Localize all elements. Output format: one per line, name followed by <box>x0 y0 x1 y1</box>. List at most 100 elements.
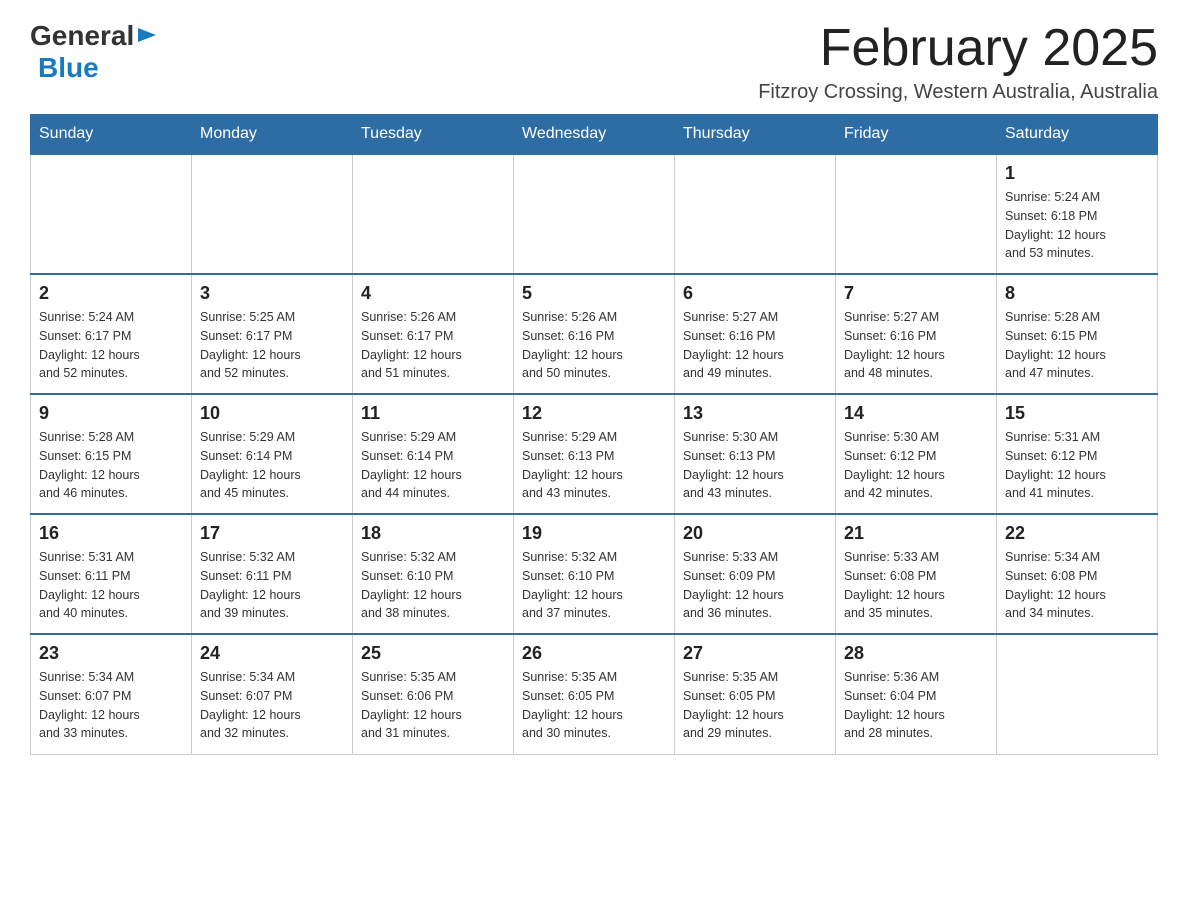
logo: General Blue <box>30 20 158 84</box>
day-info: Sunrise: 5:28 AM Sunset: 6:15 PM Dayligh… <box>39 428 183 503</box>
day-number: 5 <box>522 283 666 304</box>
calendar-cell: 28 Sunrise: 5:36 AM Sunset: 6:04 PM Dayli… <box>836 634 997 754</box>
header-thursday: Thursday <box>675 115 836 155</box>
calendar-cell <box>836 154 997 274</box>
day-number: 14 <box>844 403 988 424</box>
day-number: 21 <box>844 523 988 544</box>
calendar-cell: 5 Sunrise: 5:26 AM Sunset: 6:16 PM Daylig… <box>514 274 675 394</box>
day-number: 12 <box>522 403 666 424</box>
header-wednesday: Wednesday <box>514 115 675 155</box>
title-section: February 2025 Fitzroy Crossing, Western … <box>758 20 1158 104</box>
calendar-cell: 19 Sunrise: 5:32 AM Sunset: 6:10 PM Dayli… <box>514 514 675 634</box>
day-number: 15 <box>1005 403 1149 424</box>
day-number: 25 <box>361 643 505 664</box>
calendar-cell <box>997 634 1158 754</box>
calendar-week-row: 9 Sunrise: 5:28 AM Sunset: 6:15 PM Daylig… <box>31 394 1158 514</box>
calendar-header-row: SundayMondayTuesdayWednesdayThursdayFrid… <box>31 115 1158 155</box>
calendar-week-row: 2Sunrise: 5:24 AM Sunset: 6:17 PM Daylig… <box>31 274 1158 394</box>
day-info: Sunrise: 5:30 AM Sunset: 6:13 PM Dayligh… <box>683 428 827 503</box>
header-friday: Friday <box>836 115 997 155</box>
calendar-week-row: 16Sunrise: 5:31 AM Sunset: 6:11 PM Dayli… <box>31 514 1158 634</box>
day-info: Sunrise: 5:26 AM Sunset: 6:17 PM Dayligh… <box>361 308 505 383</box>
header-tuesday: Tuesday <box>353 115 514 155</box>
day-number: 4 <box>361 283 505 304</box>
day-number: 19 <box>522 523 666 544</box>
day-number: 27 <box>683 643 827 664</box>
day-info: Sunrise: 5:29 AM Sunset: 6:14 PM Dayligh… <box>200 428 344 503</box>
day-info: Sunrise: 5:32 AM Sunset: 6:10 PM Dayligh… <box>361 548 505 623</box>
calendar-cell: 2Sunrise: 5:24 AM Sunset: 6:17 PM Daylig… <box>31 274 192 394</box>
day-number: 9 <box>39 403 183 424</box>
page-header: General Blue February 2025 Fitzroy Cross… <box>30 20 1158 104</box>
day-info: Sunrise: 5:32 AM Sunset: 6:10 PM Dayligh… <box>522 548 666 623</box>
day-info: Sunrise: 5:33 AM Sunset: 6:08 PM Dayligh… <box>844 548 988 623</box>
calendar-week-row: 23 Sunrise: 5:34 AM Sunset: 6:07 PM Dayli… <box>31 634 1158 754</box>
logo-arrow-icon <box>136 24 158 51</box>
day-info: Sunrise: 5:34 AM Sunset: 6:08 PM Dayligh… <box>1005 548 1149 623</box>
day-info: Sunrise: 5:35 AM Sunset: 6:05 PM Dayligh… <box>683 668 827 743</box>
header-saturday: Saturday <box>997 115 1158 155</box>
calendar-cell: 16Sunrise: 5:31 AM Sunset: 6:11 PM Dayli… <box>31 514 192 634</box>
day-info: Sunrise: 5:36 AM Sunset: 6:04 PM Dayligh… <box>844 668 988 743</box>
day-number: 1 <box>1005 163 1149 184</box>
calendar-cell: 17 Sunrise: 5:32 AM Sunset: 6:11 PM Dayli… <box>192 514 353 634</box>
calendar-cell: 1 Sunrise: 5:24 AM Sunset: 6:18 PM Daylig… <box>997 154 1158 274</box>
day-info: Sunrise: 5:24 AM Sunset: 6:18 PM Dayligh… <box>1005 188 1149 263</box>
calendar-cell: 18Sunrise: 5:32 AM Sunset: 6:10 PM Dayli… <box>353 514 514 634</box>
day-info: Sunrise: 5:24 AM Sunset: 6:17 PM Dayligh… <box>39 308 183 383</box>
day-number: 6 <box>683 283 827 304</box>
day-number: 3 <box>200 283 344 304</box>
day-number: 22 <box>1005 523 1149 544</box>
day-number: 8 <box>1005 283 1149 304</box>
day-info: Sunrise: 5:30 AM Sunset: 6:12 PM Dayligh… <box>844 428 988 503</box>
calendar-table: SundayMondayTuesdayWednesdayThursdayFrid… <box>30 114 1158 755</box>
day-number: 24 <box>200 643 344 664</box>
day-info: Sunrise: 5:29 AM Sunset: 6:13 PM Dayligh… <box>522 428 666 503</box>
day-number: 17 <box>200 523 344 544</box>
day-info: Sunrise: 5:28 AM Sunset: 6:15 PM Dayligh… <box>1005 308 1149 383</box>
calendar-cell: 3 Sunrise: 5:25 AM Sunset: 6:17 PM Daylig… <box>192 274 353 394</box>
day-info: Sunrise: 5:27 AM Sunset: 6:16 PM Dayligh… <box>844 308 988 383</box>
calendar-cell: 24Sunrise: 5:34 AM Sunset: 6:07 PM Dayli… <box>192 634 353 754</box>
calendar-cell: 8 Sunrise: 5:28 AM Sunset: 6:15 PM Daylig… <box>997 274 1158 394</box>
day-number: 20 <box>683 523 827 544</box>
day-info: Sunrise: 5:35 AM Sunset: 6:06 PM Dayligh… <box>361 668 505 743</box>
day-info: Sunrise: 5:35 AM Sunset: 6:05 PM Dayligh… <box>522 668 666 743</box>
logo-general-text: General <box>30 20 134 52</box>
calendar-cell: 26 Sunrise: 5:35 AM Sunset: 6:05 PM Dayli… <box>514 634 675 754</box>
day-number: 7 <box>844 283 988 304</box>
day-number: 28 <box>844 643 988 664</box>
day-info: Sunrise: 5:34 AM Sunset: 6:07 PM Dayligh… <box>39 668 183 743</box>
day-number: 13 <box>683 403 827 424</box>
calendar-cell <box>353 154 514 274</box>
calendar-cell: 4 Sunrise: 5:26 AM Sunset: 6:17 PM Daylig… <box>353 274 514 394</box>
calendar-cell: 27 Sunrise: 5:35 AM Sunset: 6:05 PM Dayli… <box>675 634 836 754</box>
calendar-cell <box>514 154 675 274</box>
calendar-cell: 22 Sunrise: 5:34 AM Sunset: 6:08 PM Dayli… <box>997 514 1158 634</box>
day-number: 23 <box>39 643 183 664</box>
day-info: Sunrise: 5:32 AM Sunset: 6:11 PM Dayligh… <box>200 548 344 623</box>
calendar-cell: 13 Sunrise: 5:30 AM Sunset: 6:13 PM Dayli… <box>675 394 836 514</box>
header-sunday: Sunday <box>31 115 192 155</box>
calendar-cell: 23 Sunrise: 5:34 AM Sunset: 6:07 PM Dayli… <box>31 634 192 754</box>
day-number: 11 <box>361 403 505 424</box>
calendar-cell: 6 Sunrise: 5:27 AM Sunset: 6:16 PM Daylig… <box>675 274 836 394</box>
logo-blue-text: Blue <box>38 52 99 84</box>
day-info: Sunrise: 5:26 AM Sunset: 6:16 PM Dayligh… <box>522 308 666 383</box>
calendar-cell: 10Sunrise: 5:29 AM Sunset: 6:14 PM Dayli… <box>192 394 353 514</box>
day-number: 26 <box>522 643 666 664</box>
day-info: Sunrise: 5:27 AM Sunset: 6:16 PM Dayligh… <box>683 308 827 383</box>
day-info: Sunrise: 5:33 AM Sunset: 6:09 PM Dayligh… <box>683 548 827 623</box>
month-title: February 2025 <box>758 20 1158 77</box>
calendar-cell: 12 Sunrise: 5:29 AM Sunset: 6:13 PM Dayli… <box>514 394 675 514</box>
day-info: Sunrise: 5:31 AM Sunset: 6:12 PM Dayligh… <box>1005 428 1149 503</box>
day-number: 16 <box>39 523 183 544</box>
calendar-cell: 7 Sunrise: 5:27 AM Sunset: 6:16 PM Daylig… <box>836 274 997 394</box>
calendar-cell <box>31 154 192 274</box>
calendar-cell: 20 Sunrise: 5:33 AM Sunset: 6:09 PM Dayli… <box>675 514 836 634</box>
calendar-cell: 14 Sunrise: 5:30 AM Sunset: 6:12 PM Dayli… <box>836 394 997 514</box>
calendar-cell: 11Sunrise: 5:29 AM Sunset: 6:14 PM Dayli… <box>353 394 514 514</box>
calendar-cell <box>675 154 836 274</box>
day-info: Sunrise: 5:25 AM Sunset: 6:17 PM Dayligh… <box>200 308 344 383</box>
calendar-cell: 25 Sunrise: 5:35 AM Sunset: 6:06 PM Dayli… <box>353 634 514 754</box>
